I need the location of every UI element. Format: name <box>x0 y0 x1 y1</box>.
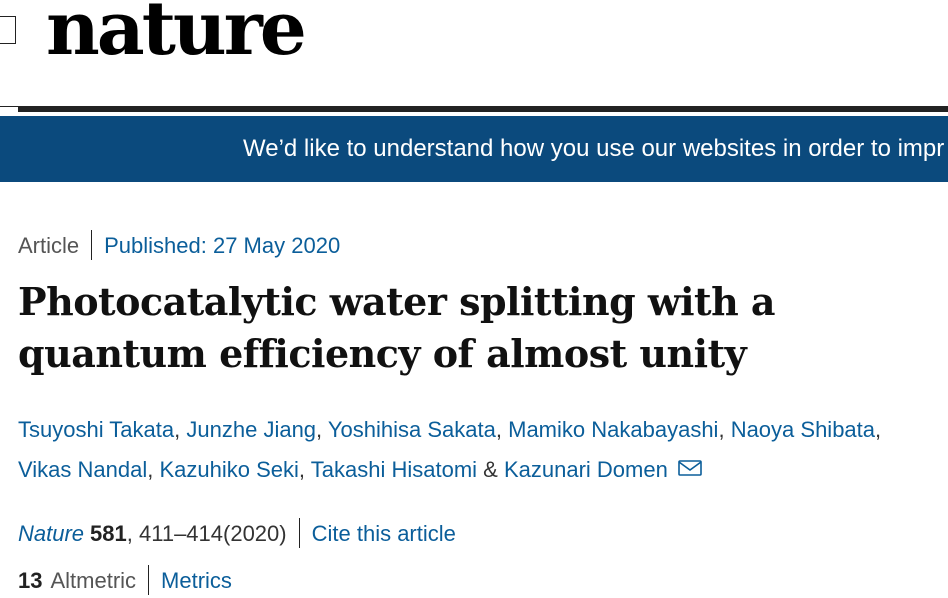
site-header: nature <box>0 0 948 108</box>
metrics-link[interactable]: Metrics <box>161 568 232 593</box>
article-type: Article <box>18 233 80 258</box>
page-range: , 411–414(2020) <box>126 521 287 546</box>
menu-icon[interactable] <box>0 16 16 44</box>
author-list: Tsuyoshi Takata, Junzhe Jiang, Yoshihisa… <box>18 417 882 482</box>
altmetric-count: 13 <box>18 568 43 593</box>
header-divider <box>18 106 948 112</box>
email-icon[interactable] <box>678 460 702 476</box>
nature-logo[interactable]: nature <box>46 0 307 66</box>
volume-number: 581 <box>90 521 127 546</box>
author-link[interactable]: Junzhe Jiang <box>186 417 316 442</box>
cite-article-link[interactable]: Cite this article <box>312 521 456 546</box>
author-link[interactable]: Mamiko Nakabayashi <box>508 417 718 442</box>
author-link[interactable]: Tsuyoshi Takata <box>18 417 174 442</box>
author-link[interactable]: Takashi Hisatomi <box>311 457 477 482</box>
citation-divider <box>298 518 300 549</box>
journal-name[interactable]: Nature <box>18 521 84 546</box>
author-link[interactable]: Naoya Shibata <box>731 417 875 442</box>
article-meta: Article Published: 27 May 2020 <box>18 230 341 262</box>
author-ampersand: & <box>483 457 498 482</box>
metrics-line: 13 Altmetric Metrics <box>18 565 232 597</box>
banner-text: We’d like to understand how you use our … <box>243 135 945 162</box>
article-title: Photocatalytic water splitting with a qu… <box>18 279 776 376</box>
author-link[interactable]: Kazuhiko Seki <box>159 457 298 482</box>
citation-line: Nature 581, 411–414(2020) Cite this articl… <box>18 518 456 550</box>
header-divider-left <box>0 106 18 107</box>
author-link[interactable]: Yoshihisa Sakata <box>328 417 496 442</box>
cookie-banner: We’d like to understand how you use our … <box>0 116 948 182</box>
meta-divider <box>91 230 93 261</box>
metrics-divider <box>148 565 150 596</box>
altmetric-label: Altmetric <box>50 568 137 593</box>
published-date: Published: 27 May 2020 <box>104 233 341 258</box>
author-link[interactable]: Vikas Nandal <box>18 457 147 482</box>
author-link[interactable]: Kazunari Domen <box>504 457 668 482</box>
